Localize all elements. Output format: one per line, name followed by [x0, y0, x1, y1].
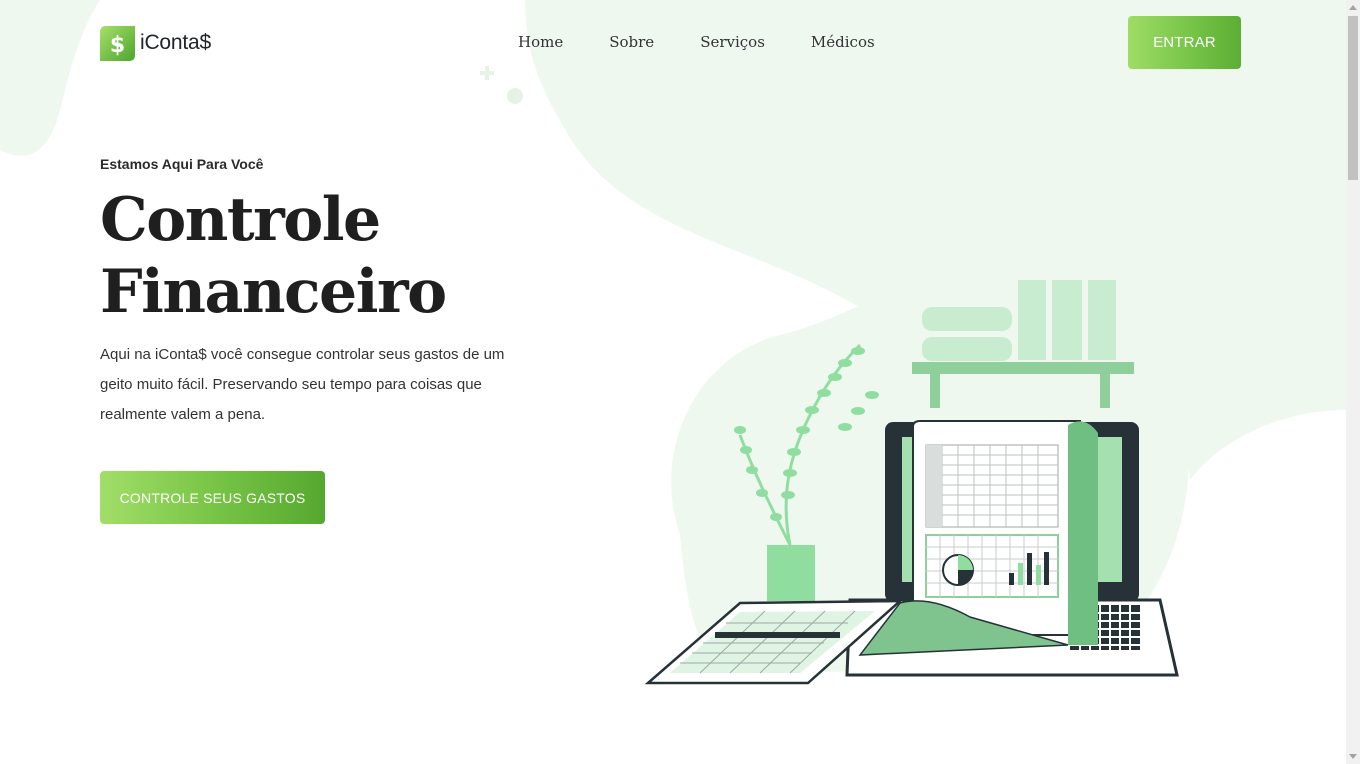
- nav-link-medicos[interactable]: Médicos: [811, 32, 875, 52]
- login-button[interactable]: ENTRAR: [1128, 16, 1241, 69]
- scroll-up-arrow-icon[interactable]: [1349, 5, 1357, 10]
- nav-link-servicos[interactable]: Serviços: [700, 32, 765, 52]
- scroll-down-arrow-icon[interactable]: [1349, 754, 1357, 759]
- hero-description: Aqui na iConta$ você consegue controlar …: [100, 346, 505, 423]
- hero-title-line-2: Financeiro: [100, 257, 447, 327]
- scrollbar-thumb[interactable]: [1348, 16, 1358, 180]
- hero-section: Estamos Aqui Para Você Controle Financei…: [100, 150, 540, 524]
- brand-name: iConta$: [140, 31, 211, 54]
- hero-title: Controle Financeiro: [100, 184, 540, 328]
- cta-button[interactable]: CONTROLE SEUS GASTOS: [100, 471, 325, 524]
- hero-title-line-1: Controle: [100, 185, 381, 255]
- main-nav: Home Sobre Serviços Médicos: [518, 32, 875, 52]
- navbar: $ iConta$ Home Sobre Serviços Médicos EN…: [0, 0, 1346, 84]
- dollar-leaf-icon: $: [100, 25, 135, 61]
- hero-eyebrow: Estamos Aqui Para Você: [100, 156, 264, 172]
- financial-spreadsheet-illustration: [644, 258, 1190, 685]
- brand-logo[interactable]: $ iConta$: [100, 25, 211, 61]
- page-scrollbar[interactable]: [1346, 0, 1360, 764]
- nav-link-home[interactable]: Home: [518, 32, 563, 52]
- nav-link-sobre[interactable]: Sobre: [609, 32, 654, 52]
- svg-text:$: $: [110, 33, 125, 58]
